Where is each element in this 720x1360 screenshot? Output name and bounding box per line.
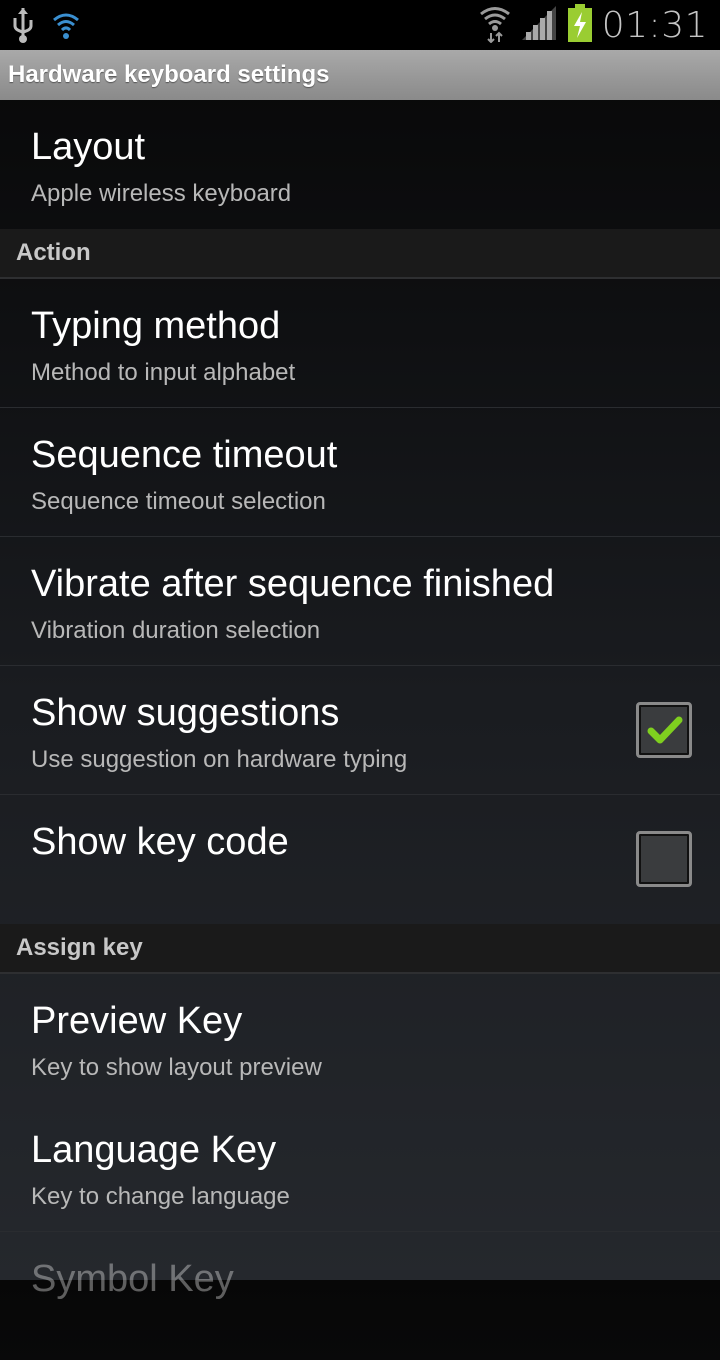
pref-title: Show suggestions: [31, 692, 340, 734]
pref-title: Layout: [31, 126, 146, 168]
pref-vibrate[interactable]: Vibrate after sequence finished Vibratio…: [0, 537, 720, 666]
show-suggestions-checkbox[interactable]: [636, 702, 692, 758]
pref-title: Typing method: [31, 305, 281, 347]
show-key-code-checkbox[interactable]: [636, 831, 692, 887]
title-bar: Hardware keyboard settings: [0, 50, 720, 100]
pref-summary: Method to input alphabet: [31, 359, 296, 386]
wifi-notify-icon: [52, 10, 80, 45]
section-header-action: Action: [0, 229, 720, 279]
pref-layout[interactable]: Layout Apple wireless keyboard: [0, 100, 720, 228]
signal-icon: [521, 6, 558, 45]
pref-summary: Apple wireless keyboard: [31, 180, 292, 207]
page-title: Hardware keyboard settings: [8, 61, 330, 88]
pref-summary: Use suggestion on hardware typing: [31, 746, 408, 773]
battery-charging-icon: [567, 4, 592, 47]
clock: 01:31: [601, 5, 708, 46]
pref-typing-method[interactable]: Typing method Method to input alphabet: [0, 279, 720, 408]
pref-show-suggestions[interactable]: Show suggestions Use suggestion on hardw…: [0, 666, 720, 795]
pref-summary: Sequence timeout selection: [31, 488, 326, 515]
pref-symbol-key[interactable]: Symbol Key: [0, 1232, 720, 1360]
pref-show-key-code[interactable]: Show key code: [0, 795, 720, 923]
section-header-label: Assign key: [16, 934, 143, 961]
section-header-label: Action: [16, 239, 91, 266]
pref-summary: Key to change language: [31, 1183, 290, 1210]
pref-title: Vibrate after sequence finished: [31, 563, 555, 605]
pref-summary: Key to show layout preview: [31, 1054, 322, 1081]
pref-title: Language Key: [31, 1129, 277, 1171]
pref-language-key[interactable]: Language Key Key to change language: [0, 1103, 720, 1232]
pref-title: Sequence timeout: [31, 434, 338, 476]
pref-sequence-timeout[interactable]: Sequence timeout Sequence timeout select…: [0, 408, 720, 537]
pref-title: Preview Key: [31, 1000, 243, 1042]
checkmark-icon: [647, 716, 683, 744]
pref-preview-key[interactable]: Preview Key Key to show layout preview: [0, 974, 720, 1102]
usb-icon: [10, 6, 36, 49]
pref-title: Show key code: [31, 821, 289, 863]
status-bar: 01:31: [0, 0, 720, 50]
wifi-icon: [478, 3, 512, 48]
section-header-assign-key: Assign key: [0, 924, 720, 974]
pref-summary: Vibration duration selection: [31, 617, 321, 644]
